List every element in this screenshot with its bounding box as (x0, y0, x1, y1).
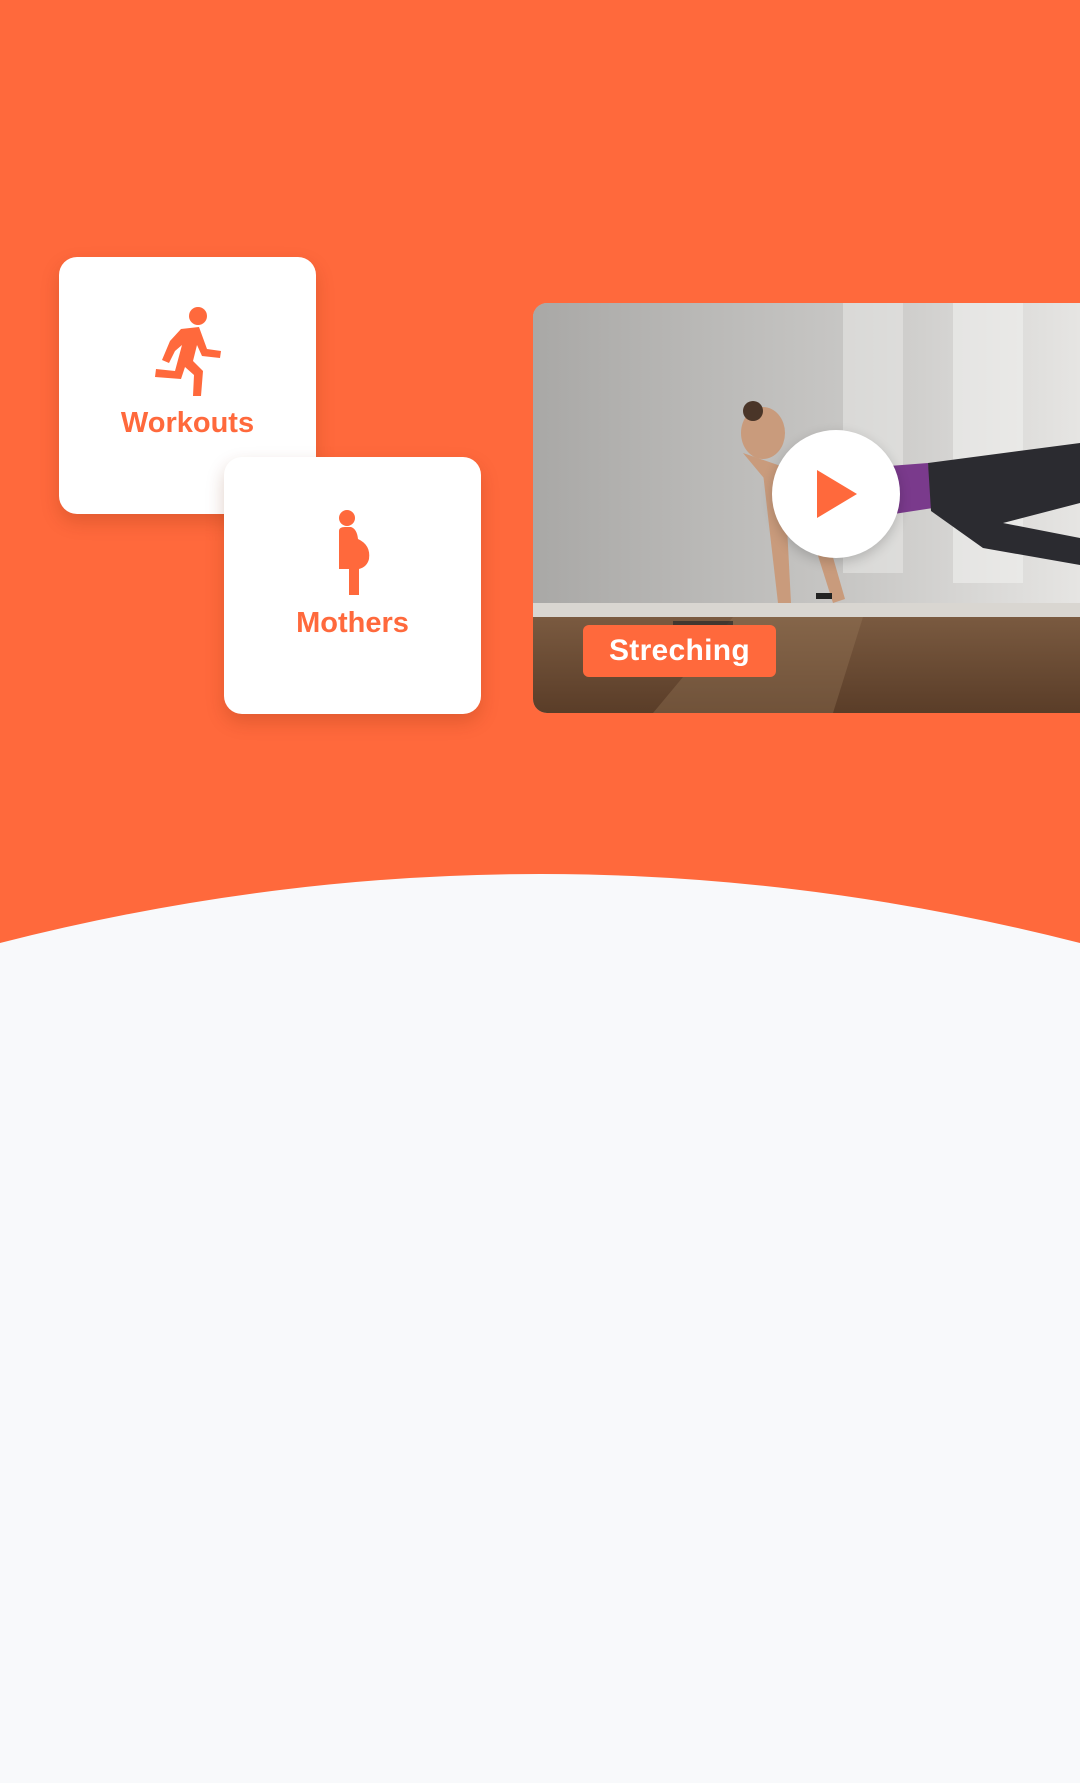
category-label: Mothers (296, 607, 409, 639)
pregnant-woman-icon (333, 505, 373, 597)
video-card-streching[interactable]: Streching (533, 303, 1080, 713)
play-button[interactable] (772, 430, 900, 558)
wave-divider (0, 874, 1080, 1060)
video-tag-label: Streching (583, 625, 776, 677)
category-card-mothers[interactable]: Mothers (224, 457, 481, 714)
category-label: Workouts (120, 407, 255, 439)
play-icon (817, 470, 857, 518)
running-person-icon (153, 305, 223, 397)
